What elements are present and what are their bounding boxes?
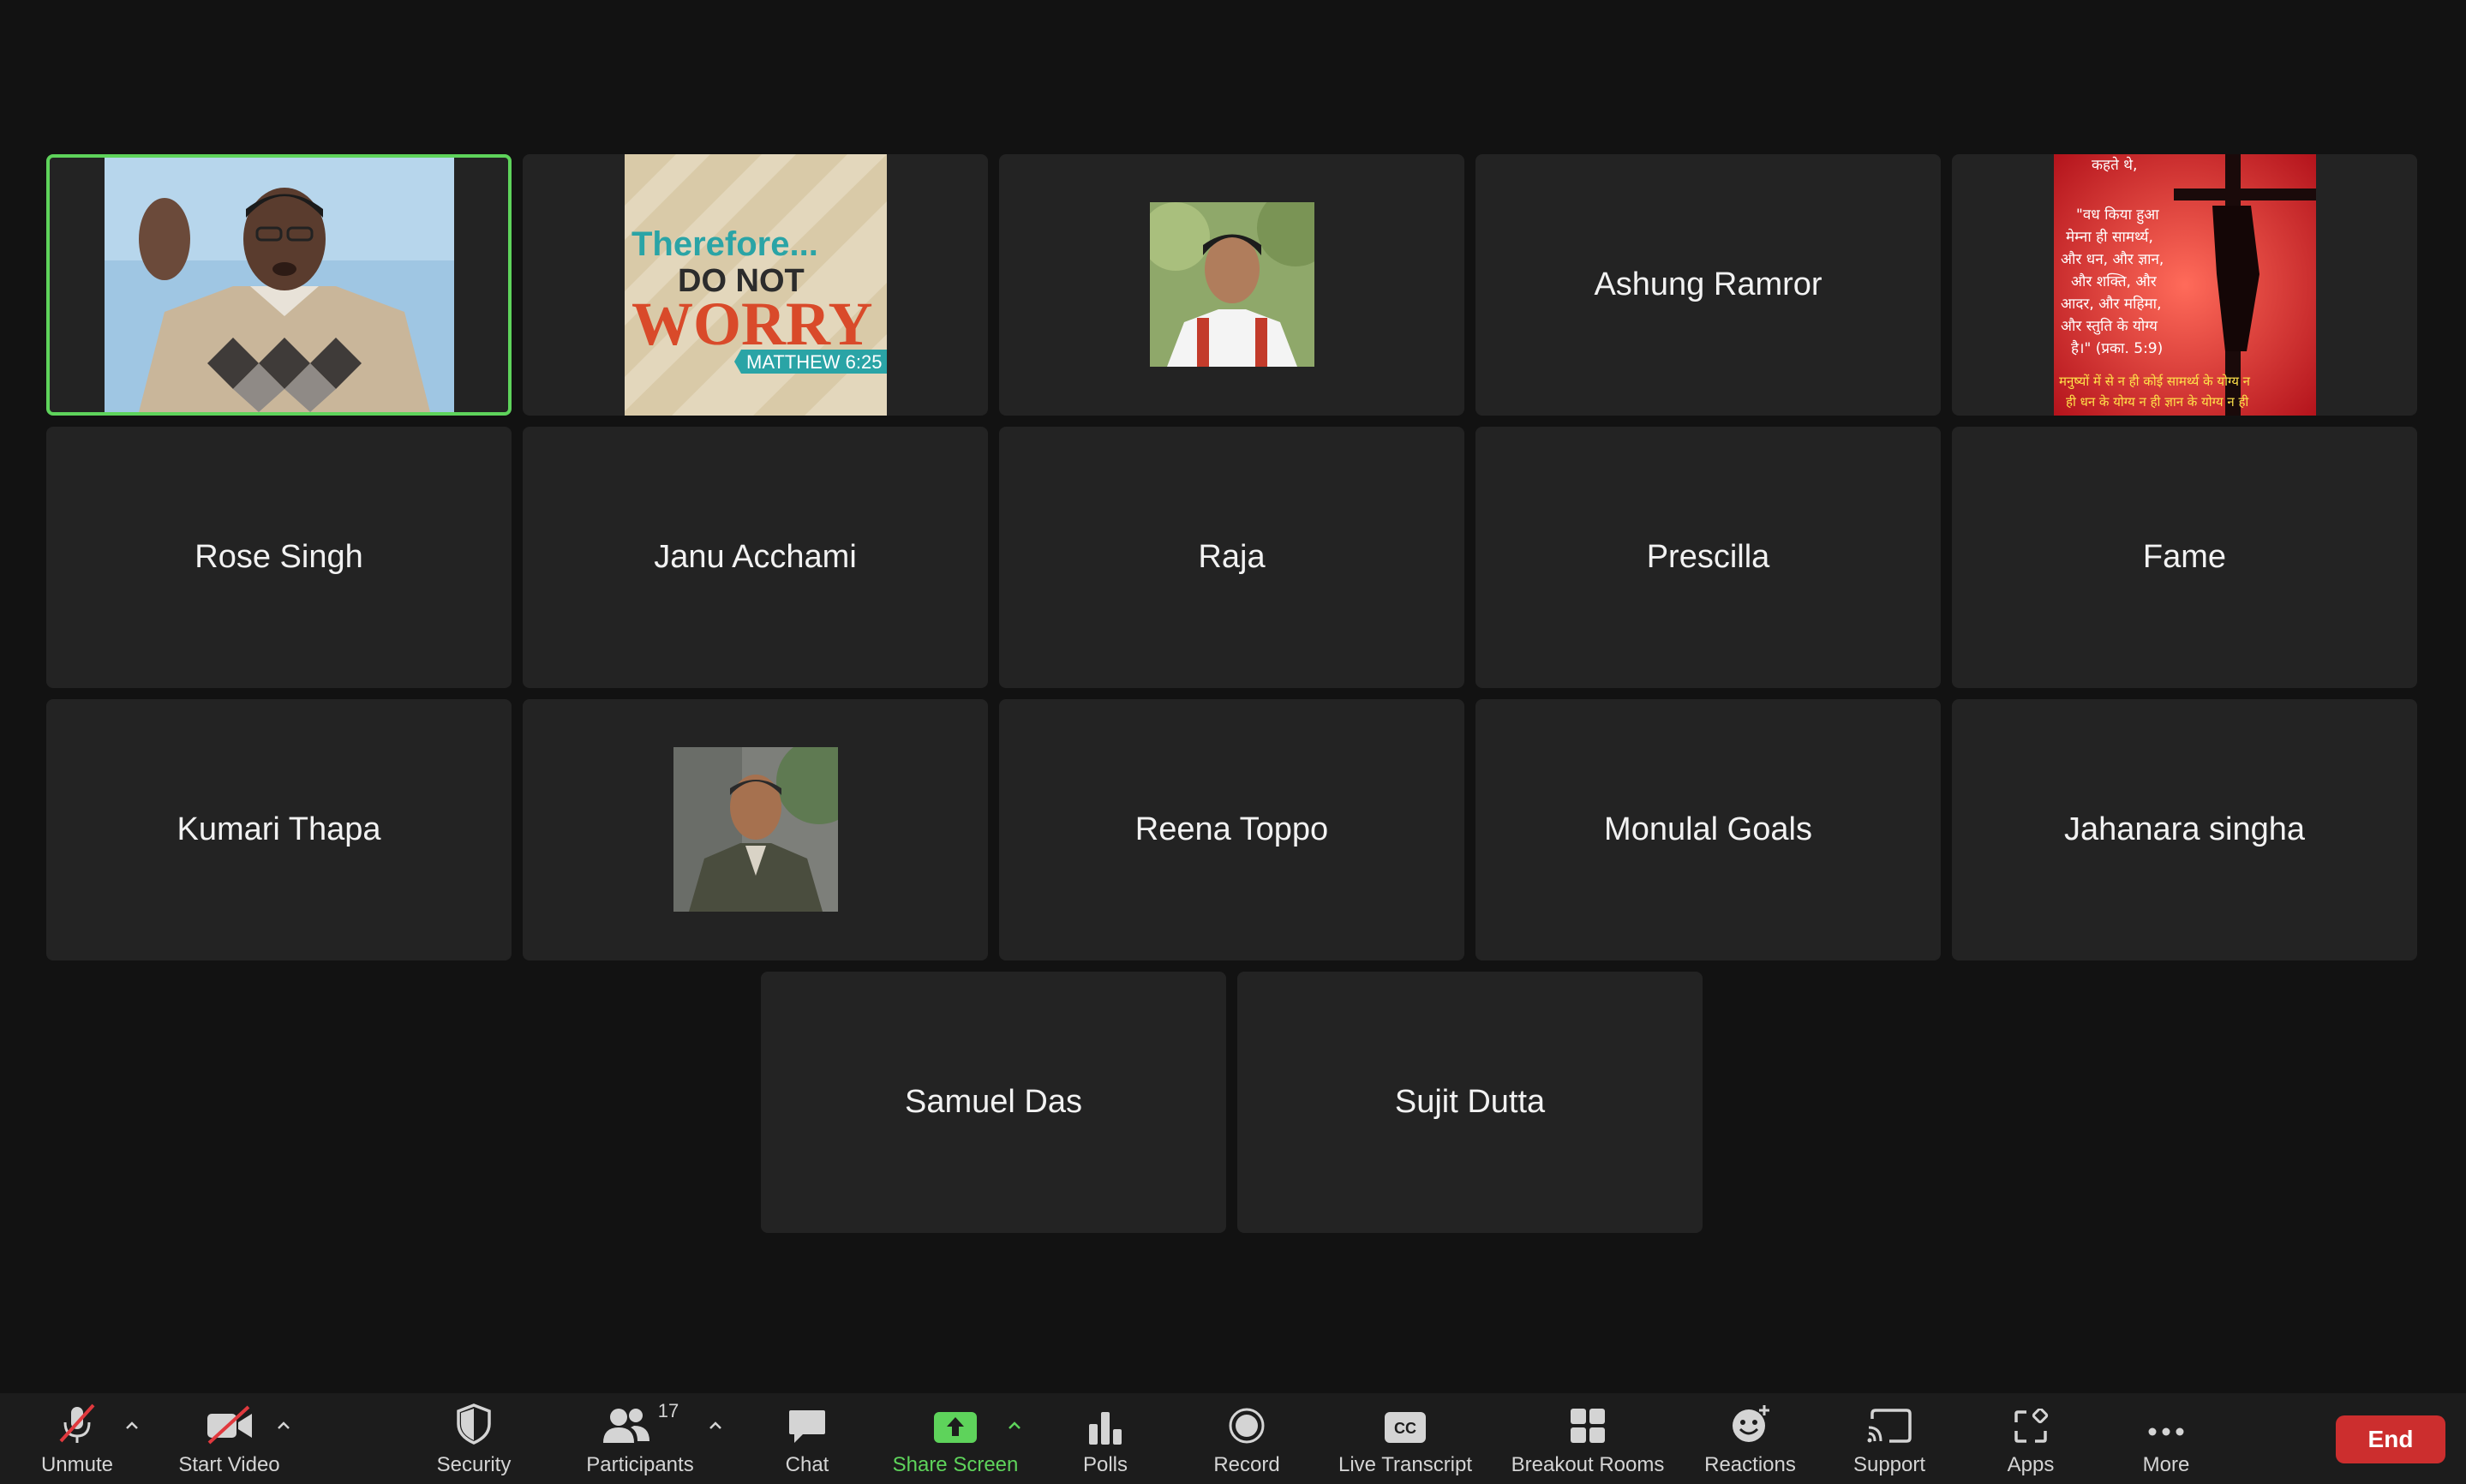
record-icon xyxy=(1229,1408,1265,1444)
participant-tile-fame[interactable]: Fame xyxy=(1952,427,2417,688)
share-screen-button[interactable]: Share Screen xyxy=(883,1393,1028,1484)
participant-tile-kumari-thapa[interactable]: Kumari Thapa xyxy=(46,699,512,960)
record-label: Record xyxy=(1213,1453,1280,1476)
participant-tile-jahanara-singha[interactable]: Jahanara singha xyxy=(1952,699,2417,960)
profile-picture-hindi-verse: कहते थे, "वध किया हुआ मेम्ना ही सामर्थ्य… xyxy=(2054,154,2316,416)
share-screen-label: Share Screen xyxy=(892,1453,1019,1476)
participant-name: Janu Acchami xyxy=(654,539,857,575)
profile-picture-man-vest xyxy=(673,747,838,912)
security-label: Security xyxy=(436,1453,512,1476)
participant-tile-3[interactable] xyxy=(999,154,1464,416)
breakout-rooms-icon xyxy=(1571,1409,1605,1443)
worry-line3: WORRY xyxy=(631,290,872,358)
share-screen-icon xyxy=(934,1412,977,1443)
start-video-label: Start Video xyxy=(178,1453,280,1476)
participant-tile-presenter[interactable] xyxy=(46,154,512,416)
chat-button[interactable]: Chat xyxy=(764,1393,850,1484)
live-transcript-label: Live Transcript xyxy=(1338,1453,1473,1476)
participant-name: Samuel Das xyxy=(905,1084,1082,1120)
worry-line1: Therefore... xyxy=(631,225,818,263)
worry-ref: MATTHEW 6:25 xyxy=(746,351,883,373)
presenter-video xyxy=(105,158,454,412)
participant-tile-raja[interactable]: Raja xyxy=(999,427,1464,688)
hindi-line-6: आदर, और महिमा, xyxy=(2061,295,2161,313)
participant-tile-reena-toppo[interactable]: Reena Toppo xyxy=(999,699,1464,960)
support-label: Support xyxy=(1852,1453,1926,1476)
breakout-rooms-label: Breakout Rooms xyxy=(1511,1453,1665,1476)
microphone-muted-icon xyxy=(59,1403,95,1443)
participant-name: Jahanara singha xyxy=(2064,811,2305,847)
participant-tile-ashung-ramror[interactable]: Ashung Ramror xyxy=(1475,154,1941,416)
apps-label: Apps xyxy=(2007,1453,2055,1476)
hindi-line-8: है।" (प्रका. 5:9) xyxy=(2071,339,2163,357)
participants-options-caret-icon[interactable] xyxy=(707,1417,724,1434)
reactions-button[interactable]: Reactions xyxy=(1697,1393,1804,1484)
support-cast-icon xyxy=(1867,1409,1912,1443)
unmute-label: Unmute xyxy=(40,1453,114,1476)
live-transcript-button[interactable]: CC Live Transcript xyxy=(1328,1393,1482,1484)
participant-tile-5[interactable]: कहते थे, "वध किया हुआ मेम्ना ही सामर्थ्य… xyxy=(1952,154,2417,416)
audio-options-caret-icon[interactable] xyxy=(123,1417,141,1434)
participant-tile-sujit-dutta[interactable]: Sujit Dutta xyxy=(1237,972,1703,1233)
reactions-smiley-icon xyxy=(1732,1405,1769,1442)
participant-name: Prescilla xyxy=(1646,539,1770,575)
profile-picture-do-not-worry: Therefore... DO NOT WORRY MATTHEW 6:25 xyxy=(625,154,887,416)
hindi-line-5: और शक्ति, और xyxy=(2071,272,2158,290)
hindi-line-3: मेम्ना ही सामर्थ्य, xyxy=(2066,228,2153,246)
participants-label: Participants xyxy=(586,1453,694,1476)
participant-tile-prescilla[interactable]: Prescilla xyxy=(1475,427,1941,688)
hindi-line-10: ही धन के योग्य न ही ज्ञान के योग्य न ही xyxy=(2066,394,2249,410)
participant-name: Sujit Dutta xyxy=(1394,1084,1546,1120)
more-ellipsis-icon xyxy=(2148,1427,2184,1436)
participant-name: Kumari Thapa xyxy=(177,811,381,847)
chat-label: Chat xyxy=(785,1453,829,1476)
cc-text: CC xyxy=(1394,1420,1416,1437)
hindi-line-2: "वध किया हुआ xyxy=(2076,206,2159,224)
meeting-toolbar: Unmute Start Video Security 17 Participa… xyxy=(0,1393,2466,1484)
participant-tile-rose-singh[interactable]: Rose Singh xyxy=(46,427,512,688)
participant-tile-2[interactable]: Therefore... DO NOT WORRY MATTHEW 6:25 xyxy=(523,154,988,416)
participant-name: Monulal Goals xyxy=(1604,811,1812,847)
participant-tile-12[interactable] xyxy=(523,699,988,960)
chat-bubble-icon xyxy=(789,1410,825,1443)
video-options-caret-icon[interactable] xyxy=(275,1417,292,1434)
participant-tile-janu-acchami[interactable]: Janu Acchami xyxy=(523,427,988,688)
share-options-caret-icon[interactable] xyxy=(1006,1417,1023,1434)
support-button[interactable]: Support xyxy=(1842,1393,1936,1484)
unmute-button[interactable]: Unmute xyxy=(26,1393,129,1484)
participants-button[interactable]: 17 Participants xyxy=(576,1393,704,1484)
participant-tile-monulal-goals[interactable]: Monulal Goals xyxy=(1475,699,1941,960)
closed-captions-icon: CC xyxy=(1385,1412,1426,1443)
hindi-line-9: मनुष्यों में से न ही कोई सामर्थ्य के योग… xyxy=(2059,374,2251,390)
participants-icon xyxy=(602,1409,649,1443)
bar-chart-icon xyxy=(1089,1412,1122,1445)
hindi-line-7: और स्तुति के योग्य xyxy=(2061,317,2158,335)
apps-icon xyxy=(2014,1409,2049,1443)
participant-name: Rose Singh xyxy=(195,539,363,575)
participant-name: Raja xyxy=(1198,539,1266,575)
polls-label: Polls xyxy=(1082,1453,1128,1476)
participants-count: 17 xyxy=(657,1400,679,1421)
polls-button[interactable]: Polls xyxy=(1062,1393,1148,1484)
participant-name: Reena Toppo xyxy=(1134,811,1329,847)
end-meeting-button[interactable]: End xyxy=(2336,1415,2445,1463)
breakout-rooms-button[interactable]: Breakout Rooms xyxy=(1504,1393,1672,1484)
start-video-button[interactable]: Start Video xyxy=(163,1393,296,1484)
hindi-line-1: कहते थे, xyxy=(2092,156,2137,174)
more-label: More xyxy=(2142,1453,2190,1476)
video-camera-off-icon xyxy=(206,1405,252,1445)
profile-picture-man-outdoors xyxy=(1150,202,1314,367)
hindi-line-4: और धन, और ज्ञान, xyxy=(2061,250,2164,268)
reactions-label: Reactions xyxy=(1704,1453,1796,1476)
security-button[interactable]: Security xyxy=(427,1393,521,1484)
more-button[interactable]: More xyxy=(2123,1393,2209,1484)
participant-tile-samuel-das[interactable]: Samuel Das xyxy=(761,972,1226,1233)
participant-name: Ashung Ramror xyxy=(1594,266,1823,302)
participant-name: Fame xyxy=(2142,539,2227,575)
record-button[interactable]: Record xyxy=(1204,1393,1290,1484)
apps-button[interactable]: Apps xyxy=(1988,1393,2074,1484)
shield-icon xyxy=(457,1403,491,1445)
